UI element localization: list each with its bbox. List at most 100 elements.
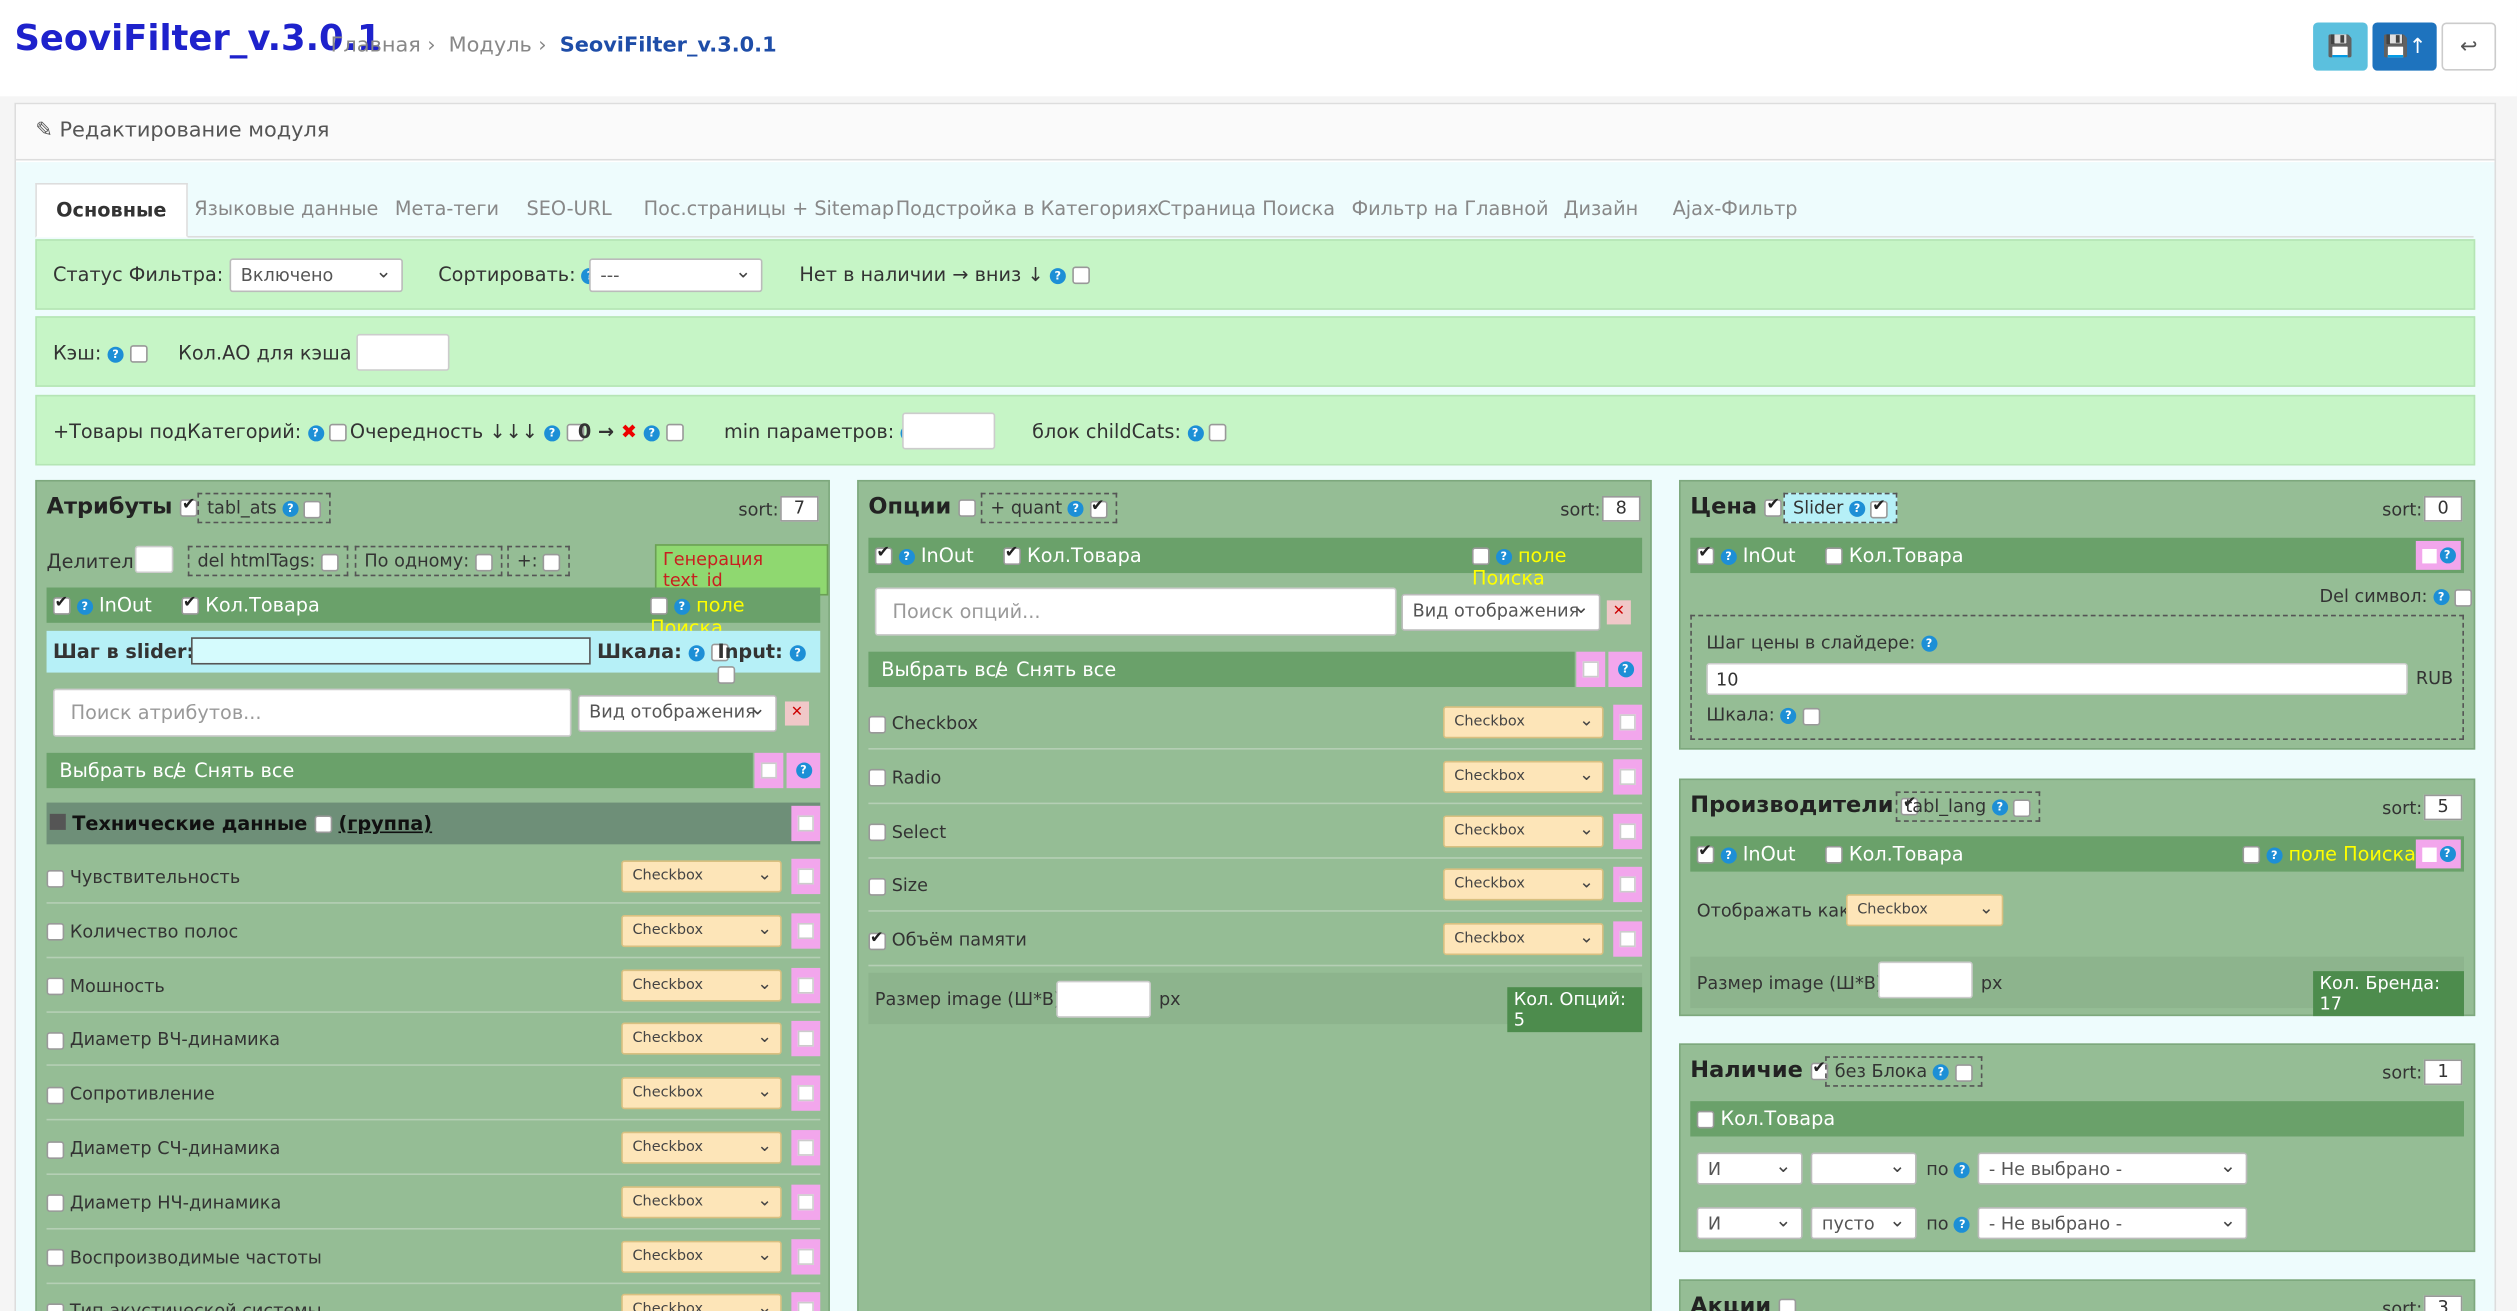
- item-checkbox[interactable]: [868, 715, 887, 733]
- tab-design[interactable]: Дизайн: [1544, 183, 1657, 238]
- attribute-view-select[interactable]: Вид отображения: [577, 695, 777, 732]
- item-type-select[interactable]: Checkbox: [621, 968, 782, 1001]
- help-icon[interactable]: ?: [2439, 845, 2456, 862]
- tabl-ats-checkbox[interactable]: [304, 500, 322, 518]
- tabl-lang-checkbox[interactable]: [2013, 798, 2032, 817]
- inout-checkbox[interactable]: [874, 544, 893, 566]
- help-icon[interactable]: ?: [1720, 846, 1737, 863]
- item-color-toggle[interactable]: [1613, 867, 1643, 903]
- item-type-select[interactable]: Checkbox: [621, 1240, 782, 1273]
- price-color-toggle[interactable]: ?: [2415, 540, 2461, 570]
- group-collapse-icon[interactable]: [49, 813, 66, 830]
- attributes-sort-input[interactable]: 7: [780, 496, 819, 522]
- search-field-checkbox[interactable]: [2242, 845, 2261, 864]
- stock-value-1-select[interactable]: [1810, 1152, 1917, 1185]
- item-type-select[interactable]: Checkbox: [621, 1023, 782, 1056]
- one-by-one-checkbox[interactable]: [474, 552, 493, 571]
- del-symbol-checkbox[interactable]: [2454, 588, 2473, 606]
- options-sort-input[interactable]: 8: [1601, 496, 1641, 522]
- tab-meta[interactable]: Мета-теги: [376, 183, 519, 238]
- tab-seo-url[interactable]: SEO-URL: [507, 183, 631, 238]
- save-button[interactable]: 💾: [2313, 22, 2368, 71]
- help-icon[interactable]: ?: [673, 597, 690, 614]
- option-view-select[interactable]: Вид отображения: [1401, 593, 1601, 631]
- display-as-select[interactable]: Checkbox: [1845, 894, 2004, 927]
- help-icon[interactable]: ?: [898, 548, 915, 565]
- option-search-input[interactable]: Поиск опций...: [874, 587, 1397, 636]
- item-color-toggle[interactable]: [791, 1021, 821, 1057]
- item-type-select[interactable]: Checkbox: [621, 1077, 782, 1110]
- cache-count-input[interactable]: [356, 333, 450, 371]
- help-icon[interactable]: ?: [543, 424, 561, 441]
- manufacturers-color-toggle[interactable]: ?: [2415, 839, 2461, 869]
- bulk-color-toggle[interactable]: [754, 752, 784, 789]
- help-icon[interactable]: ?: [2433, 589, 2450, 606]
- deselect-all-link[interactable]: Снять все: [1016, 658, 1116, 680]
- tab-search-page[interactable]: Страница Поиска: [1138, 183, 1354, 238]
- breadcrumb-current[interactable]: SeoviFilter_v.3.0.1: [560, 34, 777, 58]
- save-stay-button[interactable]: 💾↑: [2372, 22, 2437, 71]
- item-type-select[interactable]: Checkbox: [1443, 869, 1604, 902]
- cache-checkbox[interactable]: [129, 345, 148, 363]
- help-icon[interactable]: ?: [1780, 707, 1797, 724]
- help-icon[interactable]: ?: [107, 345, 124, 362]
- help-icon[interactable]: ?: [1991, 799, 2008, 816]
- item-color-toggle[interactable]: [791, 1075, 821, 1112]
- item-type-select[interactable]: Checkbox: [1443, 760, 1604, 793]
- no-block-checkbox[interactable]: [1954, 1063, 1973, 1082]
- breadcrumb-home[interactable]: Главная: [331, 34, 421, 58]
- help-icon[interactable]: ?: [795, 762, 812, 779]
- clear-icon[interactable]: ✕: [1606, 600, 1631, 625]
- count-checkbox[interactable]: [1696, 1110, 1715, 1129]
- help-icon[interactable]: ?: [643, 424, 660, 441]
- tab-categories[interactable]: Подстройка в Категориях: [876, 183, 1178, 238]
- item-color-toggle[interactable]: [791, 1130, 821, 1166]
- slider-checkbox[interactable]: [1870, 497, 1889, 518]
- tab-ajax[interactable]: Ajax-Фильтр: [1653, 183, 1816, 238]
- group-color-toggle[interactable]: [791, 805, 821, 842]
- help-icon[interactable]: ?: [1187, 424, 1204, 441]
- item-color-toggle[interactable]: [791, 858, 821, 895]
- stock-field-1-select[interactable]: - Не выбрано -: [1977, 1152, 2248, 1185]
- group-checkbox[interactable]: [314, 815, 332, 834]
- quant-checkbox[interactable]: [1089, 497, 1108, 518]
- item-color-toggle[interactable]: [791, 913, 821, 949]
- item-checkbox[interactable]: [868, 769, 887, 788]
- count-checkbox[interactable]: [1003, 544, 1021, 566]
- clear-icon[interactable]: ✕: [784, 701, 810, 726]
- stock-sort-input[interactable]: 1: [2423, 1059, 2463, 1086]
- item-color-toggle[interactable]: [1613, 704, 1643, 740]
- help-icon[interactable]: ?: [1932, 1064, 1949, 1081]
- help-icon[interactable]: ?: [1067, 500, 1084, 517]
- search-field-checkbox[interactable]: [650, 597, 668, 615]
- count-checkbox[interactable]: [181, 594, 200, 615]
- del-html-checkbox[interactable]: [320, 552, 339, 571]
- item-checkbox[interactable]: [868, 929, 887, 950]
- divider-input[interactable]: [134, 545, 174, 574]
- help-icon[interactable]: ?: [789, 644, 806, 661]
- item-checkbox[interactable]: [46, 1031, 65, 1050]
- options-enable-checkbox[interactable]: [959, 498, 977, 517]
- item-checkbox[interactable]: [46, 1303, 65, 1311]
- brand-image-size-input[interactable]: [1878, 961, 1973, 999]
- zero-checkbox[interactable]: [666, 423, 685, 442]
- status-select[interactable]: Включено: [229, 258, 403, 293]
- item-type-select[interactable]: Checkbox: [1443, 706, 1604, 739]
- item-type-select[interactable]: Checkbox: [621, 914, 782, 947]
- stock-condition-2-select[interactable]: И: [1696, 1207, 1803, 1240]
- item-checkbox[interactable]: [46, 1248, 65, 1267]
- item-checkbox[interactable]: [46, 923, 65, 942]
- manufacturers-sort-input[interactable]: 5: [2423, 794, 2463, 821]
- attribute-search-input[interactable]: Поиск атрибутов...: [52, 688, 572, 737]
- input-checkbox[interactable]: [717, 666, 736, 684]
- deselect-all-link[interactable]: Снять все: [194, 759, 294, 781]
- tab-languages[interactable]: Языковые данные: [175, 183, 398, 238]
- select-all-link[interactable]: Выбрать все: [881, 658, 1008, 680]
- item-color-toggle[interactable]: [791, 1184, 821, 1220]
- plus-checkbox[interactable]: [543, 552, 561, 571]
- slider-step-input[interactable]: [191, 637, 591, 665]
- item-color-toggle[interactable]: [791, 967, 821, 1003]
- item-checkbox[interactable]: [868, 823, 887, 842]
- inout-checkbox[interactable]: [1696, 843, 1715, 864]
- count-checkbox[interactable]: [1825, 547, 1843, 566]
